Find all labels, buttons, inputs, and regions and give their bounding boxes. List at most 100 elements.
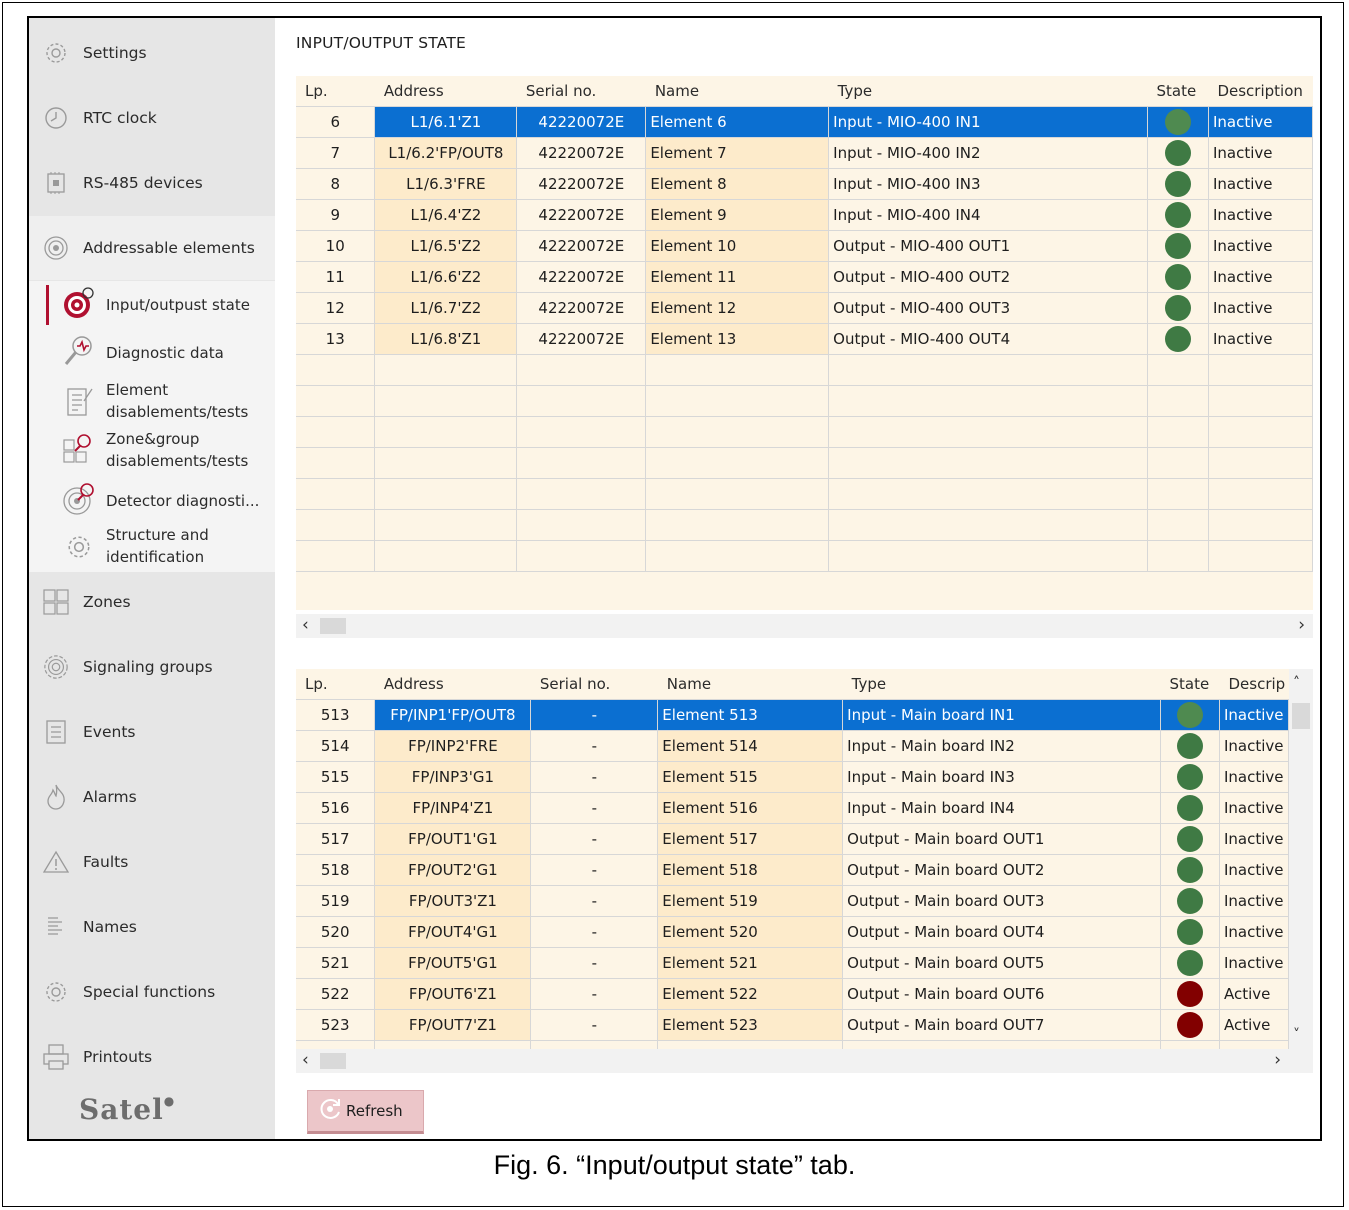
scroll-left-icon[interactable]: ‹ xyxy=(302,615,309,635)
cell-type[interactable]: Output - Main board OUT2 xyxy=(842,854,1161,886)
cell-serial[interactable]: 42220072E xyxy=(516,168,647,200)
cell-address[interactable]: FP/OUT2'G1 xyxy=(374,854,532,886)
cell-lp[interactable]: 518 xyxy=(296,854,376,886)
scrollbar-thumb[interactable] xyxy=(1292,703,1310,729)
cell-serial[interactable]: - xyxy=(530,885,659,917)
cell-name[interactable]: Element 7 xyxy=(645,137,830,169)
table-row[interactable]: 517 FP/OUT1'G1- Element 517 Output - Main b… xyxy=(296,823,1289,855)
table-row[interactable]: 519 FP/OUT3'Z1- Element 519 Output - Main b… xyxy=(296,885,1289,917)
column-header-description[interactable]: Description xyxy=(1208,76,1313,107)
column-header-type[interactable]: Type xyxy=(842,669,1161,700)
cell-lp[interactable]: 520 xyxy=(296,916,376,948)
cell-lp[interactable]: 11 xyxy=(296,261,376,293)
sidebar-item-printouts[interactable]: Printouts xyxy=(29,1025,275,1089)
cell-lp[interactable]: 514 xyxy=(296,730,376,762)
cell-state[interactable] xyxy=(1147,261,1209,293)
cell-lp[interactable]: 10 xyxy=(296,230,376,262)
cell-serial[interactable]: - xyxy=(530,978,659,1010)
cell-name[interactable]: Element 519 xyxy=(657,885,844,917)
cell-type[interactable]: Input - MIO-400 IN2 xyxy=(828,137,1148,169)
cell-serial[interactable]: - xyxy=(530,1009,659,1041)
cell-name[interactable]: Element 516 xyxy=(657,792,844,824)
cell-state[interactable] xyxy=(1160,947,1220,979)
sidebar-subitem-element-disablements[interactable]: Element disablements/tests xyxy=(29,379,275,425)
cell-serial[interactable]: - xyxy=(530,854,659,886)
sidebar-subitem-io-state[interactable]: Input/outpust state xyxy=(29,281,275,329)
cell-state[interactable] xyxy=(1160,823,1220,855)
sidebar-subitem-diagnostic-data[interactable]: Diagnostic data xyxy=(29,331,275,375)
column-header-address[interactable]: Address xyxy=(374,76,517,107)
cell-type[interactable]: Input - Main board IN1 xyxy=(842,699,1161,731)
sidebar-subitem-structure-identification[interactable]: Structure and identification xyxy=(29,524,275,570)
cell-type[interactable]: Input - MIO-400 IN1 xyxy=(828,106,1148,138)
cell-lp[interactable]: 517 xyxy=(296,823,376,855)
cell-address[interactable]: FP/INP1'FP/OUT8 xyxy=(374,699,532,731)
column-header-state[interactable]: State xyxy=(1147,76,1209,107)
cell-name[interactable]: Element 11 xyxy=(645,261,830,293)
cell-lp[interactable]: 513 xyxy=(296,699,376,731)
cell-state[interactable] xyxy=(1147,168,1209,200)
cell-type[interactable]: Output - Main board OUT1 xyxy=(842,823,1161,855)
cell-serial[interactable]: - xyxy=(530,916,659,948)
cell-address[interactable]: L1/6.1'Z1 xyxy=(374,106,518,138)
cell-state[interactable] xyxy=(1147,230,1209,262)
cell-lp[interactable]: 9 xyxy=(296,199,376,231)
cell-description[interactable]: Inactive xyxy=(1208,261,1313,293)
scroll-left-icon[interactable]: ‹ xyxy=(302,1050,309,1070)
cell-address[interactable]: L1/6.4'Z2 xyxy=(374,199,518,231)
table-row[interactable]: 8 L1/6.3'FRE 42220072E Element 8 Input - MIO… xyxy=(296,168,1313,200)
table-row[interactable]: 12 L1/6.7'Z2 42220072E Element 12 Output - M… xyxy=(296,292,1313,324)
cell-type[interactable]: Output - Main board OUT5 xyxy=(842,947,1161,979)
cell-name[interactable]: Element 517 xyxy=(657,823,844,855)
scrollbar-thumb[interactable] xyxy=(320,1053,346,1069)
cell-lp[interactable]: 8 xyxy=(296,168,376,200)
cell-serial[interactable]: 42220072E xyxy=(516,199,647,231)
cell-type[interactable]: Output - Main board OUT7 xyxy=(842,1009,1161,1041)
cell-serial[interactable]: - xyxy=(530,947,659,979)
cell-lp[interactable]: 519 xyxy=(296,885,376,917)
cell-serial[interactable]: - xyxy=(530,761,659,793)
cell-address[interactable]: FP/INP4'Z1 xyxy=(374,792,532,824)
table-row[interactable]: 522 FP/OUT6'Z1- Element 522 Output - Main b… xyxy=(296,978,1289,1010)
sidebar-item-faults[interactable]: Faults xyxy=(29,830,275,894)
table-row[interactable]: 513 FP/INP1'FP/OUT8- Element 513 Input - Ma… xyxy=(296,699,1289,731)
sidebar-subitem-zone-group-disablements[interactable]: Zone&group disablements/tests xyxy=(29,428,275,474)
column-header-state[interactable]: State xyxy=(1160,669,1220,700)
cell-state[interactable] xyxy=(1160,730,1220,762)
table-row[interactable]: 515 FP/INP3'G1- Element 515 Input - Main bo… xyxy=(296,761,1289,793)
cell-state[interactable] xyxy=(1160,699,1220,731)
table-row[interactable]: 7 L1/6.2'FP/OUT8 42220072E Element 7 Input -… xyxy=(296,137,1313,169)
cell-state[interactable] xyxy=(1147,323,1209,355)
cell-name[interactable]: Element 12 xyxy=(645,292,830,324)
horizontal-scrollbar-top[interactable]: ‹ › xyxy=(296,614,1313,638)
cell-description[interactable]: Inactive xyxy=(1208,323,1313,355)
scroll-up-icon[interactable]: ˄ xyxy=(1293,675,1300,691)
table-row[interactable]: 514 FP/INP2'FRE - Element 514 Input - Main b… xyxy=(296,730,1289,762)
sidebar-item-zones[interactable]: Zones xyxy=(29,570,275,634)
cell-name[interactable]: Element 10 xyxy=(645,230,830,262)
cell-serial[interactable]: - xyxy=(530,699,659,731)
sidebar-item-rtc-clock[interactable]: RTC clock xyxy=(29,86,275,150)
cell-state[interactable] xyxy=(1160,854,1220,886)
table-row[interactable]: 523 FP/OUT7'Z1- Element 523 Output - Main b… xyxy=(296,1009,1289,1041)
cell-type[interactable]: Input - Main board IN3 xyxy=(842,761,1161,793)
cell-type[interactable]: Output - Main board OUT4 xyxy=(842,916,1161,948)
cell-description[interactable]: Inactive xyxy=(1219,854,1289,886)
cell-lp[interactable]: 6 xyxy=(296,106,376,138)
table-row[interactable]: 521 FP/OUT5'G1- Element 521 Output - Main b… xyxy=(296,947,1289,979)
cell-address[interactable]: FP/OUT1'G1 xyxy=(374,823,532,855)
cell-type[interactable]: Output - MIO-400 OUT3 xyxy=(828,292,1148,324)
cell-serial[interactable]: 42220072E xyxy=(516,323,647,355)
cell-description[interactable]: Inactive xyxy=(1219,730,1289,762)
cell-description[interactable]: Inactive xyxy=(1219,823,1289,855)
cell-state[interactable] xyxy=(1160,792,1220,824)
cell-state[interactable] xyxy=(1160,916,1220,948)
table-row[interactable]: 518 FP/OUT2'G1- Element 518 Output - Main b… xyxy=(296,854,1289,886)
cell-address[interactable]: FP/INP3'G1 xyxy=(374,761,532,793)
cell-type[interactable]: Output - Main board OUT6 xyxy=(842,978,1161,1010)
column-header-description[interactable]: Descrip xyxy=(1219,669,1289,700)
vertical-scrollbar-bottom[interactable]: ˄ ˅ xyxy=(1289,669,1313,1049)
cell-type[interactable]: Output - MIO-400 OUT4 xyxy=(828,323,1148,355)
refresh-button[interactable]: Refresh xyxy=(307,1090,424,1134)
cell-address[interactable]: L1/6.2'FP/OUT8 xyxy=(374,137,518,169)
